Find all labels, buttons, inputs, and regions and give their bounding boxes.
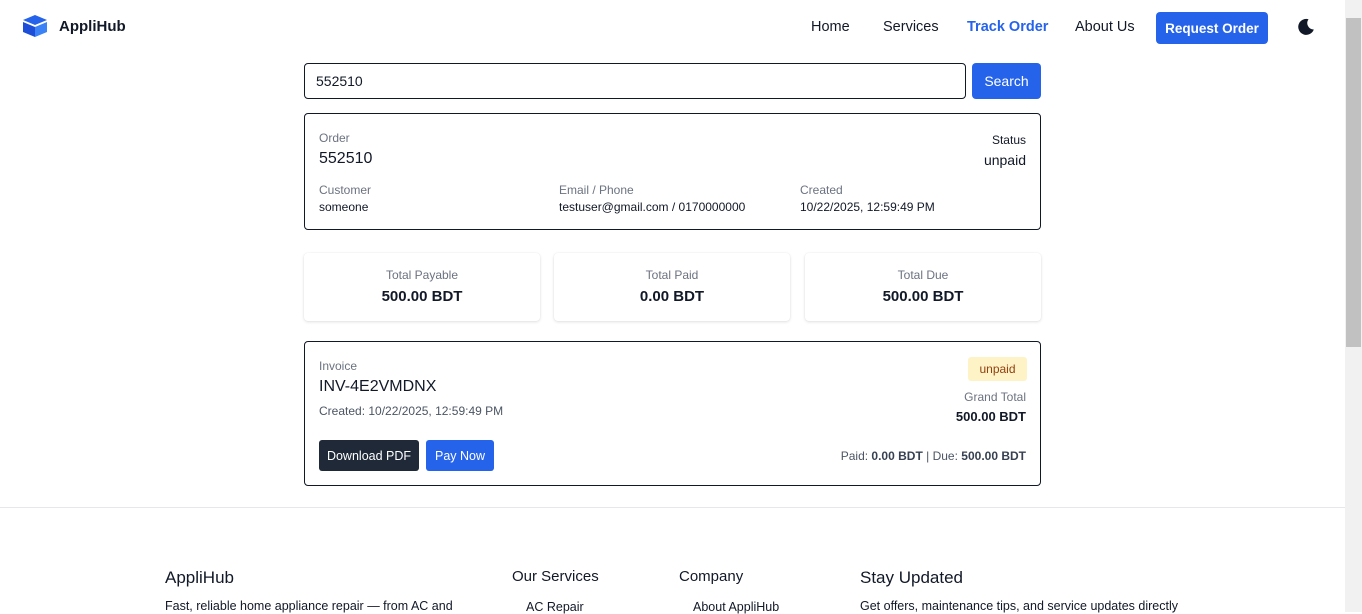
main-nav: Home Services Track Order About Us (0, 19, 1345, 39)
created-label: Created (800, 183, 843, 197)
contact-label: Email / Phone (559, 183, 634, 197)
footer-company-title: Company (679, 568, 744, 585)
search-button[interactable]: Search (972, 63, 1041, 99)
invoice-created: Created: 10/22/2025, 12:59:49 PM (319, 404, 504, 418)
status-badge: unpaid (968, 357, 1027, 381)
nav-services[interactable]: Services (883, 19, 939, 35)
scrollbar-thumb[interactable] (1346, 18, 1361, 347)
stat-value: 0.00 BDT (639, 288, 705, 305)
order-search-input[interactable] (304, 63, 966, 99)
summary-separator: | (926, 449, 930, 463)
grand-total-value: 500.00 BDT (955, 409, 1026, 424)
footer-services-title: Our Services (512, 568, 599, 585)
stat-label: Total Paid (645, 268, 699, 282)
footer-divider (0, 507, 1345, 508)
footer-brand: AppliHub (165, 568, 234, 587)
request-order-button[interactable]: Request Order (1156, 12, 1268, 44)
pay-now-button[interactable]: Pay Now (426, 440, 494, 471)
moon-icon[interactable] (1297, 18, 1315, 36)
stat-label: Total Payable (385, 268, 459, 282)
customer-label: Customer (319, 183, 372, 197)
footer-newsletter-text: Get offers, maintenance tips, and servic… (860, 599, 1178, 613)
invoice-id: INV-4E2VMDNX (319, 378, 437, 395)
due-label: Due: (932, 449, 958, 463)
created-value: 10/22/2025, 12:59:49 PM (800, 200, 935, 214)
order-details-card: Order 552510 Status unpaid Customer some… (304, 113, 1041, 230)
paid-label: Paid: (840, 449, 869, 463)
stat-value: 500.00 BDT (381, 288, 463, 305)
contact-value: testuser@gmail.com / 0170000000 (559, 200, 746, 214)
status-value: unpaid (983, 152, 1026, 168)
payment-summary: Paid: 0.00 BDT | Due: 500.00 BDT (841, 449, 1026, 463)
total-payable-card: Total Payable 500.00 BDT (304, 253, 540, 321)
paid-value: 0.00 BDT (871, 449, 923, 463)
nav-home[interactable]: Home (811, 19, 850, 35)
download-pdf-button[interactable]: Download PDF (319, 440, 419, 471)
invoice-card: Invoice INV-4E2VMDNX Created: 10/22/2025… (304, 341, 1041, 486)
site-header: AppliHub Home Services Track Order About… (0, 0, 1345, 58)
invoice-label: Invoice (319, 359, 358, 373)
stat-value: 500.00 BDT (882, 288, 964, 305)
customer-value: someone (319, 200, 369, 214)
nav-about-us[interactable]: About Us (1075, 19, 1135, 35)
grand-total-label: Grand Total (964, 390, 1026, 404)
stat-label: Total Due (897, 268, 949, 282)
total-due-card: Total Due 500.00 BDT (805, 253, 1041, 321)
footer-description: Fast, reliable home appliance repair — f… (165, 599, 453, 613)
footer-newsletter-title: Stay Updated (860, 568, 964, 587)
order-label: Order (319, 131, 350, 145)
due-value: 500.00 BDT (961, 449, 1026, 463)
nav-track-order[interactable]: Track Order (967, 19, 1048, 35)
total-paid-card: Total Paid 0.00 BDT (554, 253, 790, 321)
order-id: 552510 (319, 150, 373, 167)
status-label: Status (991, 133, 1026, 147)
